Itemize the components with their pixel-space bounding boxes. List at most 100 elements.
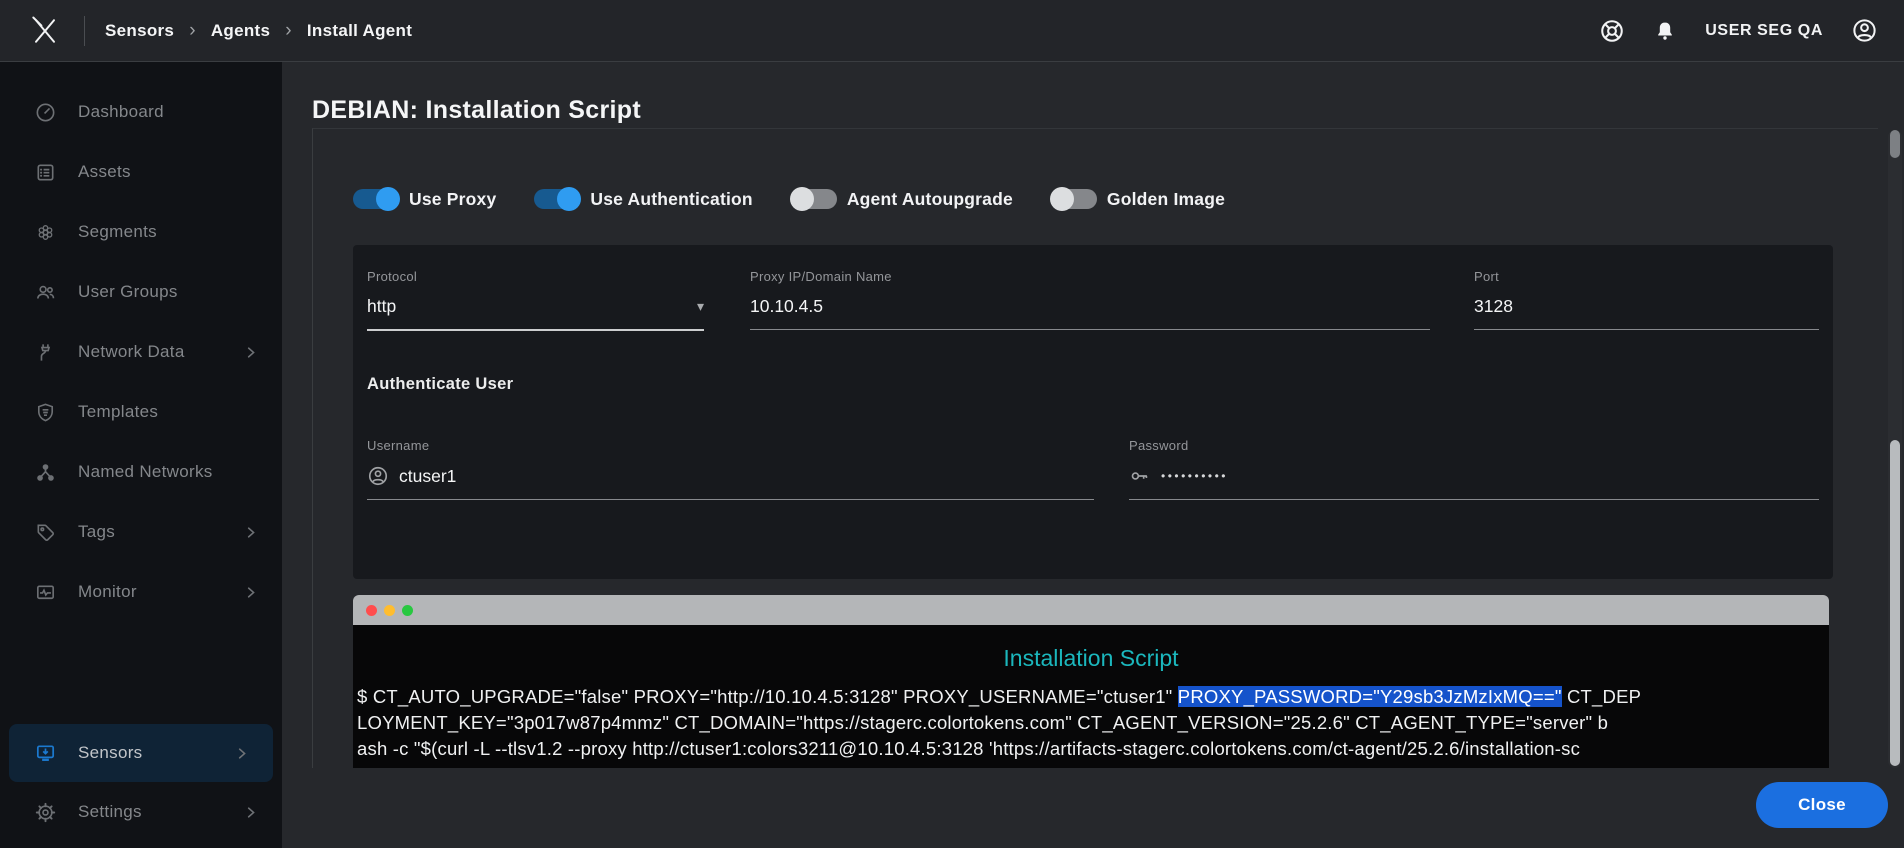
terminal-minimize-icon[interactable]: [384, 605, 395, 616]
chevron-right-icon: ›: [189, 20, 196, 42]
sidebar-item-label: Templates: [78, 402, 258, 422]
port-input[interactable]: 3128: [1474, 296, 1819, 330]
chevron-right-icon: [243, 805, 258, 820]
script-line: ash -c "$(curl -L --tlsv1.2 --proxy http…: [357, 736, 1825, 762]
notifications-bell-icon[interactable]: [1653, 19, 1677, 43]
named-networks-icon: [32, 461, 58, 484]
chevron-right-icon: [243, 585, 258, 600]
sidebar-item-settings[interactable]: Settings: [0, 782, 282, 842]
user-groups-icon: [32, 281, 58, 304]
username-label: Username: [367, 438, 1094, 453]
brand-logo-icon[interactable]: [26, 12, 64, 50]
chevron-down-icon[interactable]: ▾: [697, 298, 704, 315]
terminal-maximize-icon[interactable]: [402, 605, 413, 616]
sidebar-item-templates[interactable]: Templates: [0, 382, 282, 442]
terminal-body: Installation Script $ CT_AUTO_UPGRADE="f…: [353, 625, 1829, 768]
sidebar-item-network-data[interactable]: Network Data: [0, 322, 282, 382]
sidebar-item-label: Tags: [78, 522, 223, 542]
user-label: USER SEG QA: [1705, 22, 1823, 40]
username-field[interactable]: Username ctuser1: [367, 438, 1094, 500]
use-proxy-switch[interactable]: [353, 189, 399, 209]
toggle-label: Agent Autoupgrade: [847, 189, 1013, 210]
sidebar-nav: Dashboard Assets Segments: [0, 62, 282, 848]
protocol-value: http: [367, 296, 396, 317]
sidebar-item-label: Assets: [78, 162, 258, 182]
toggle-label: Use Proxy: [409, 189, 496, 210]
sidebar-spacer: [0, 622, 282, 724]
chevron-right-icon: [243, 525, 258, 540]
password-value: ••••••••••: [1161, 469, 1228, 483]
chevron-right-icon: ›: [285, 20, 292, 42]
port-value: 3128: [1474, 296, 1513, 317]
close-button[interactable]: Close: [1756, 782, 1888, 828]
toggle[interactable]: Golden Image: [1051, 189, 1225, 210]
proxy-ip-value: 10.10.4.5: [750, 296, 823, 317]
key-icon: [1129, 465, 1151, 487]
breadcrumb-sensors[interactable]: Sensors: [105, 21, 174, 41]
dashboard-icon: [32, 101, 58, 124]
sidebar-item-segments[interactable]: Segments: [0, 202, 282, 262]
terminal-close-icon[interactable]: [366, 605, 377, 616]
segments-icon: [32, 221, 58, 244]
settings-icon: [32, 801, 58, 824]
user-icon: [367, 465, 389, 487]
sidebar-item-tags[interactable]: Tags: [0, 502, 282, 562]
app-window: Sensors › Agents › Install Agent USER SE…: [0, 0, 1904, 848]
protocol-field[interactable]: Protocol http ▾: [367, 269, 704, 331]
script-line: LOYMENT_KEY="3p017w87p4mmz" CT_DOMAIN="h…: [357, 710, 1825, 736]
protocol-label: Protocol: [367, 269, 704, 284]
protocol-select[interactable]: http ▾: [367, 296, 704, 331]
monitor-icon: [32, 581, 58, 604]
script-line: $ CT_AUTO_UPGRADE="false" PROXY="http://…: [357, 684, 1825, 710]
golden-image-switch[interactable]: [1051, 189, 1097, 209]
auth-fields-row: Username ctuser1 Password: [367, 438, 1819, 500]
chevron-right-icon: [243, 345, 258, 360]
proxy-ip-field[interactable]: Proxy IP/Domain Name 10.10.4.5: [750, 269, 1430, 331]
proxy-settings-card: Protocol http ▾ Proxy IP/Domain Name 10.…: [353, 245, 1833, 579]
sidebar-item-dashboard[interactable]: Dashboard: [0, 82, 282, 142]
port-label: Port: [1474, 269, 1819, 284]
breadcrumb-install-agent[interactable]: Install Agent: [307, 21, 412, 41]
chevron-right-icon: [234, 746, 249, 761]
sidebar-item-label: Sensors: [78, 743, 214, 763]
install-agent-panel: Use Proxy Use Authentication Agent Autou…: [312, 128, 1878, 768]
page-title: DEBIAN: Installation Script: [312, 96, 641, 125]
toggle[interactable]: Agent Autoupgrade: [791, 189, 1013, 210]
sidebar-item-named-networks[interactable]: Named Networks: [0, 442, 282, 502]
password-field[interactable]: Password ••••••••••: [1129, 438, 1819, 500]
breadcrumb: Sensors › Agents › Install Agent: [105, 20, 412, 42]
authenticate-user-heading: Authenticate User: [367, 375, 1819, 394]
scrollbar-top-cap[interactable]: [1890, 130, 1900, 158]
templates-icon: [32, 401, 58, 424]
network-data-icon: [32, 341, 58, 364]
sidebar-item-sensors[interactable]: Sensors: [9, 724, 273, 782]
account-icon[interactable]: [1851, 17, 1878, 44]
help-ring-icon[interactable]: [1599, 18, 1625, 44]
password-input[interactable]: ••••••••••: [1129, 465, 1819, 500]
sidebar-item-label: Settings: [78, 802, 223, 822]
scrollbar-thumb[interactable]: [1890, 440, 1900, 766]
sidebar-item-monitor[interactable]: Monitor: [0, 562, 282, 622]
top-bar: Sensors › Agents › Install Agent USER SE…: [0, 0, 1904, 62]
breadcrumb-agents[interactable]: Agents: [211, 21, 270, 41]
installation-script-terminal: Installation Script $ CT_AUTO_UPGRADE="f…: [353, 595, 1829, 768]
sidebar-item-user-groups[interactable]: User Groups: [0, 262, 282, 322]
terminal-titlebar: [353, 595, 1829, 625]
toggle[interactable]: Use Authentication: [534, 189, 752, 210]
sidebar-item-label: Segments: [78, 222, 258, 242]
toggle[interactable]: Use Proxy: [353, 189, 496, 210]
highlighted-password-text: PROXY_PASSWORD="Y29sb3JzMzIxMQ==": [1178, 686, 1562, 707]
proxy-ip-input[interactable]: 10.10.4.5: [750, 296, 1430, 330]
sidebar-item-assets[interactable]: Assets: [0, 142, 282, 202]
toggle-label: Golden Image: [1107, 189, 1225, 210]
vertical-scrollbar[interactable]: [1888, 130, 1902, 768]
toggle-label: Use Authentication: [590, 189, 752, 210]
username-input[interactable]: ctuser1: [367, 465, 1094, 500]
sidebar-item-label: Monitor: [78, 582, 223, 602]
terminal-title: Installation Script: [357, 645, 1825, 672]
agent-autoupgrade-switch[interactable]: [791, 189, 837, 209]
sidebar-item-label: Named Networks: [78, 462, 258, 482]
port-field[interactable]: Port 3128: [1474, 269, 1819, 331]
sidebar-item-label: User Groups: [78, 282, 258, 302]
use-authentication-switch[interactable]: [534, 189, 580, 209]
